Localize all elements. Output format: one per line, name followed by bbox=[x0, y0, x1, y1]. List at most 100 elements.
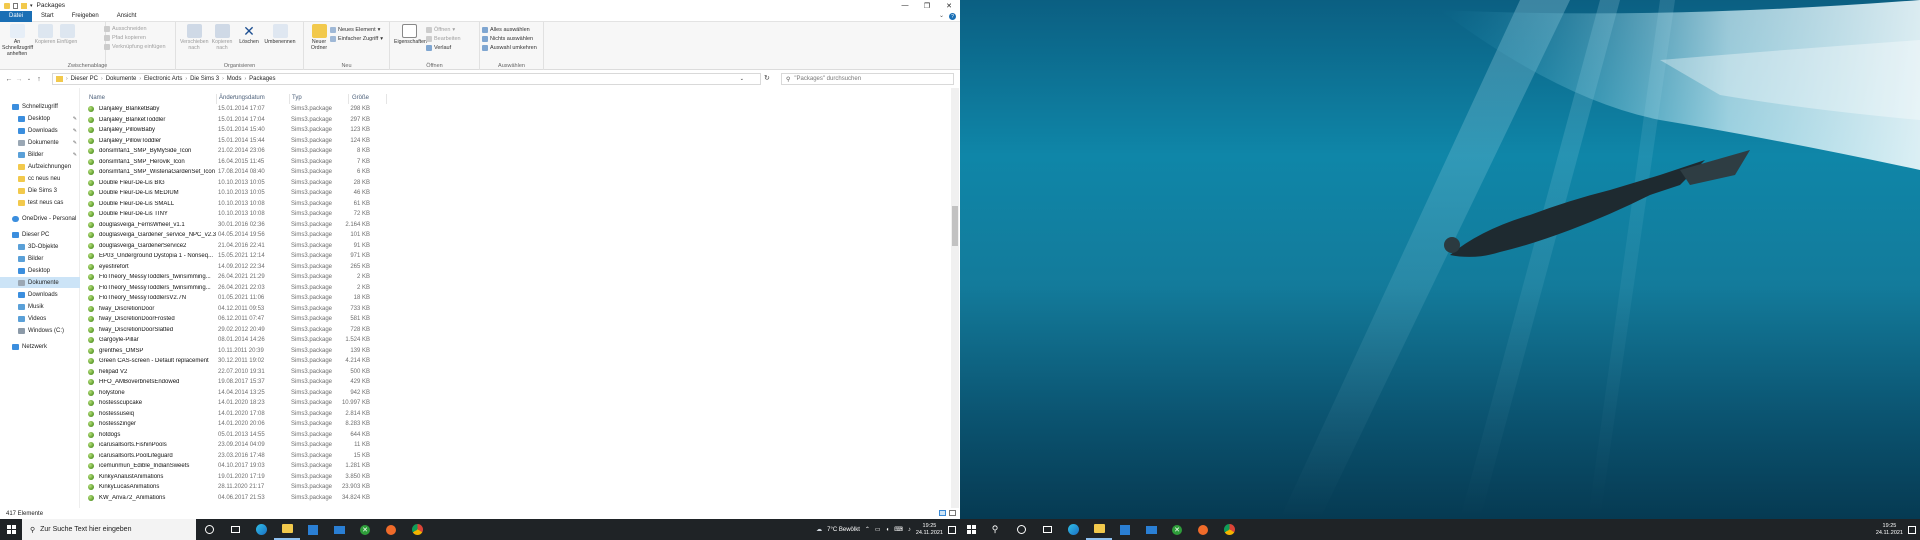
forward-button[interactable]: → bbox=[14, 76, 24, 83]
tab-share[interactable]: Freigeben bbox=[63, 11, 108, 22]
table-row[interactable]: douglasveiga_Gardener_service_NPC_v2.3 04… bbox=[86, 230, 386, 241]
back-button[interactable]: ← bbox=[4, 76, 14, 83]
rename-button[interactable]: Umbenennen bbox=[264, 24, 296, 45]
history-button[interactable]: Verlauf bbox=[426, 44, 451, 52]
breadcrumb-documents[interactable]: Dokumente bbox=[103, 76, 140, 82]
table-row[interactable]: icarusallsorts.FishinPools 23.09.2014 04:… bbox=[86, 440, 386, 451]
cortana-icon[interactable] bbox=[1008, 519, 1034, 540]
table-row[interactable]: KinkyLucasAnimations 28.11.2020 21:17 Sims… bbox=[86, 482, 386, 493]
table-row[interactable]: icarusallsorts.PoolLifeguard 23.03.2016 1… bbox=[86, 451, 386, 462]
nav-documents[interactable]: Dokumente ✎ bbox=[0, 137, 80, 148]
table-row[interactable]: hostesszinger 14.01.2020 20:06 Sims3.packa… bbox=[86, 419, 386, 430]
new-item-button[interactable]: Neues Element ▾ bbox=[330, 26, 380, 34]
search-input[interactable]: ⚲ "Packages" durchsuchen bbox=[781, 73, 954, 85]
task-view-icon[interactable] bbox=[1034, 519, 1060, 540]
column-divider[interactable] bbox=[386, 94, 387, 104]
keyboard-icon[interactable]: ⌨ bbox=[894, 526, 903, 533]
table-row[interactable]: Gargoyle-Pillar 08.01.2014 14:26 Sims3.pac… bbox=[86, 335, 386, 346]
table-row[interactable]: Double Fleur-De-Lis BIG 10.10.2013 10:05 S… bbox=[86, 178, 386, 189]
table-row[interactable]: KinkyAnalustAnimations 19.01.2020 17:19 Si… bbox=[86, 472, 386, 483]
up-button[interactable]: ↑ bbox=[34, 76, 44, 83]
weather-icon[interactable]: ☁ bbox=[816, 526, 822, 533]
delete-button[interactable]: ✕ Löschen bbox=[236, 24, 262, 45]
column-date[interactable]: Änderungsdatum bbox=[219, 95, 265, 101]
copy-path-button[interactable]: Pfad kopieren bbox=[104, 34, 146, 42]
select-none-button[interactable]: Nichts auswählen bbox=[482, 35, 533, 43]
table-row[interactable]: EP03_Underground Dystopia 1 - Nonseq... 1… bbox=[86, 251, 386, 262]
minimize-button[interactable]: — bbox=[894, 0, 916, 11]
start-button-secondary[interactable] bbox=[960, 519, 982, 540]
table-row[interactable]: hostessuseiq 14.01.2020 17:08 Sims3.packag… bbox=[86, 409, 386, 420]
nav-windows-c[interactable]: Windows (C:) bbox=[0, 325, 80, 336]
paste-button[interactable]: Einfügen bbox=[56, 24, 78, 45]
start-button[interactable] bbox=[0, 519, 22, 540]
table-row[interactable]: Danjaley_PillowBaby 15.01.2014 15:40 Sims3… bbox=[86, 125, 386, 136]
game-app-icon[interactable] bbox=[1190, 519, 1216, 540]
pin-quick-access-button[interactable]: An Schnellzugriff anheften bbox=[2, 24, 33, 57]
new-folder-button[interactable]: Neuer Ordner bbox=[306, 24, 332, 51]
xbox-icon[interactable]: ✕ bbox=[352, 519, 378, 540]
breadcrumb-packages[interactable]: Packages bbox=[246, 76, 278, 82]
qa-dropdown-icon[interactable]: ▾ bbox=[30, 3, 33, 9]
vertical-scrollbar[interactable] bbox=[951, 88, 959, 508]
breadcrumb-mods[interactable]: Mods bbox=[224, 76, 245, 82]
table-row[interactable]: fway_DiscretionDoor 04.12.2011 09:53 Sims3… bbox=[86, 304, 386, 315]
table-row[interactable]: FloTheory_MessyToddlersV2.7N 01.05.2021 1… bbox=[86, 293, 386, 304]
invert-selection-button[interactable]: Auswahl umkehren bbox=[482, 44, 537, 52]
scrollbar-thumb[interactable] bbox=[952, 206, 958, 246]
nav-desktop[interactable]: Desktop ✎ bbox=[0, 113, 80, 124]
ribbon-expand-icon[interactable]: ⌄ bbox=[939, 12, 944, 19]
nav-cc-new[interactable]: cc neus neu bbox=[0, 173, 80, 184]
breadcrumb-sims3[interactable]: Die Sims 3 bbox=[187, 76, 222, 82]
nav-pc-documents[interactable]: Dokumente bbox=[0, 277, 80, 288]
column-type[interactable]: Typ bbox=[292, 95, 302, 101]
table-row[interactable]: holystone 14.04.2014 13:25 Sims3.package 94… bbox=[86, 388, 386, 399]
tab-file[interactable]: Datei bbox=[0, 10, 33, 22]
tray-chevron-icon[interactable]: ⌃ bbox=[865, 526, 870, 533]
volume-icon[interactable]: ◖ bbox=[886, 527, 890, 533]
address-dropdown-icon[interactable]: ⌄ bbox=[740, 76, 744, 82]
select-all-button[interactable]: Alles auswählen bbox=[482, 26, 530, 34]
table-row[interactable]: fway_DiscretionDoorFrosted 06.12.2011 07:… bbox=[86, 314, 386, 325]
copy-to-button[interactable]: Kopieren nach bbox=[208, 24, 236, 51]
table-row[interactable]: Double Fleur-De-Lis MEDIUM 10.10.2013 10:… bbox=[86, 188, 386, 199]
open-button[interactable]: Öffnen ▾ bbox=[426, 26, 455, 34]
nav-test-cas[interactable]: test neus cas bbox=[0, 197, 80, 208]
clock-secondary[interactable]: 19:25 24.11.2021 bbox=[1876, 523, 1903, 537]
search-icon[interactable]: ⚲ bbox=[982, 519, 1008, 540]
table-row[interactable]: fway_DiscretionDoorSlatted 29.02.2012 20:… bbox=[86, 325, 386, 336]
tab-view[interactable]: Ansicht bbox=[108, 11, 146, 22]
nav-pc-desktop[interactable]: Desktop bbox=[0, 265, 80, 276]
paste-shortcut-button[interactable]: Verknüpfung einfügen bbox=[104, 43, 166, 51]
notification-icon[interactable] bbox=[948, 525, 956, 534]
edge-icon[interactable] bbox=[248, 519, 274, 540]
clock[interactable]: 19:25 24.11.2021 bbox=[916, 523, 943, 537]
chrome-icon[interactable] bbox=[404, 519, 430, 540]
table-row[interactable]: Danjaley_BlanketBaby 15.01.2014 17:07 Sims… bbox=[86, 104, 386, 115]
task-view-icon[interactable] bbox=[222, 519, 248, 540]
column-name[interactable]: Name bbox=[89, 95, 105, 101]
file-explorer-icon[interactable] bbox=[1086, 519, 1112, 540]
table-row[interactable]: grenthes_OMSP 10.11.2011 20:39 Sims3.packa… bbox=[86, 346, 386, 357]
properties-button[interactable]: Eigenschaften bbox=[394, 24, 427, 45]
store-icon[interactable] bbox=[1112, 519, 1138, 540]
nav-3d-objects[interactable]: 3D-Objekte bbox=[0, 241, 80, 252]
breadcrumb-this-pc[interactable]: Dieser PC bbox=[68, 76, 101, 82]
cortana-icon[interactable] bbox=[196, 519, 222, 540]
nav-onedrive[interactable]: OneDrive - Personal bbox=[0, 213, 80, 224]
speaker-icon[interactable]: ♪ bbox=[908, 527, 911, 533]
table-row[interactable]: helipad V2 22.07.2010 19:31 Sims3.package 5… bbox=[86, 367, 386, 378]
weather-text[interactable]: 7°C Bewölkt bbox=[827, 527, 860, 533]
table-row[interactable]: FloTheory_MessyToddlers_twinsimming... 26… bbox=[86, 283, 386, 294]
table-row[interactable]: Danjaley_PillowToddler 15.01.2014 15:44 Si… bbox=[86, 136, 386, 147]
table-row[interactable]: Double Fleur-De-Lis SMALL 10.10.2013 10:0… bbox=[86, 199, 386, 210]
table-row[interactable]: donsimfan1_SMP_Herovik_Icon 16.04.2015 11… bbox=[86, 157, 386, 168]
table-row[interactable]: donsimfan1_SMP_ByMySide_Icon 21.02.2014 2… bbox=[86, 146, 386, 157]
taskbar-search-input[interactable]: ⚲ Zur Suche Text hier eingeben bbox=[22, 519, 196, 540]
new-folder-qa-icon[interactable] bbox=[21, 2, 27, 9]
cut-button[interactable]: Ausschneiden bbox=[104, 25, 147, 33]
table-row[interactable]: eyesfirefort 14.09.2012 22:34 Sims3.packag… bbox=[86, 262, 386, 273]
nav-this-pc[interactable]: Dieser PC bbox=[0, 229, 80, 240]
nav-network[interactable]: Netzwerk bbox=[0, 341, 80, 352]
nav-pc-pictures[interactable]: Bilder bbox=[0, 253, 80, 264]
